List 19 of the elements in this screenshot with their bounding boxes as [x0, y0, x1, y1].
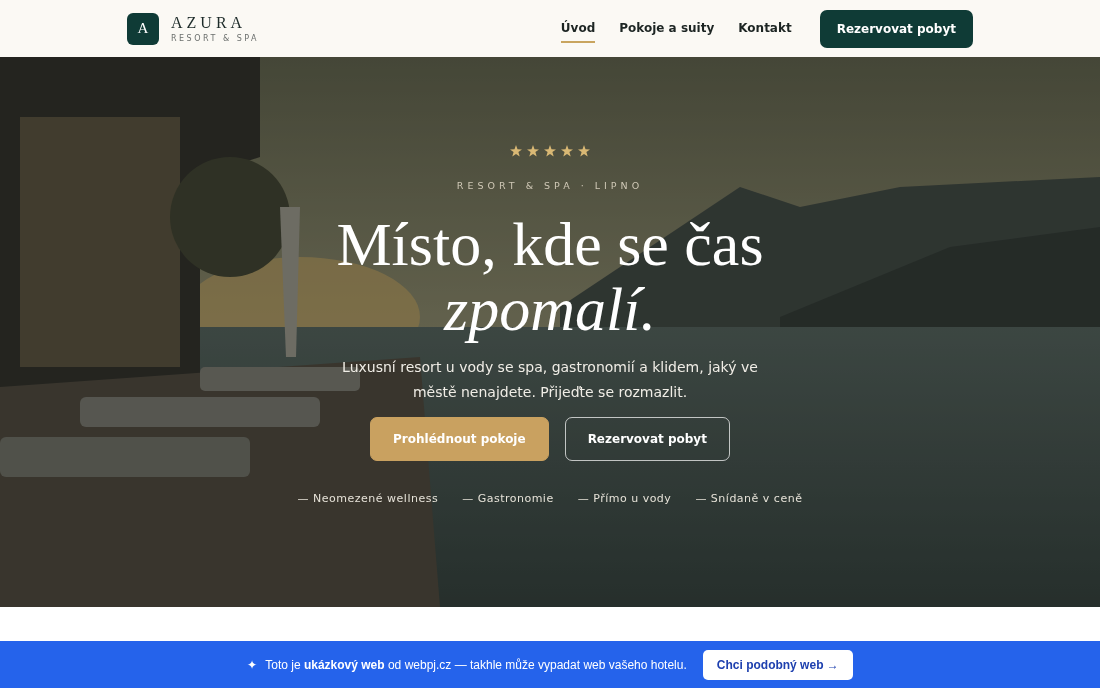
nav-link[interactable]: Pokoje a suity: [619, 14, 715, 43]
brand-name: AZURA: [171, 14, 248, 31]
brand-tagline: RESORT & SPA: [171, 34, 260, 43]
logo-mark[interactable]: A: [127, 12, 159, 45]
feature-text: — Přímo u vody: [577, 491, 672, 508]
nav-link[interactable]: Úvod: [560, 14, 596, 43]
hero-heading-italic: zpomalí.: [444, 275, 656, 344]
cta-button[interactable]: Chci podobný web →: [702, 649, 853, 680]
banner-text: Toto je ukázkový web od webpj.cz — takhle může vypadat web vašeho hotelu.: [265, 656, 687, 674]
hero-eyebrow: RESORT & SPA · LIPNO: [456, 179, 644, 193]
nav-link[interactable]: Kontakt: [738, 14, 792, 43]
feature-text: — Neomezené wellness: [297, 491, 439, 508]
sparkle-icon: ✦: [247, 655, 258, 674]
reserve-button[interactable]: Rezervovat pobyt: [564, 417, 730, 462]
hero-lead: Luxusní resort u vody se spa, gastronomií a klidem, jaký ve městě nenajdete. Přijeďte se rozmazlit.: [341, 358, 759, 403]
feature-text: — Snídaně v ceně: [695, 491, 803, 508]
reserve-button[interactable]: Rezervovat pobyt: [819, 9, 973, 48]
hero-heading: Místo, kde se čas: [336, 213, 764, 276]
feature-text: — Gastronomie: [462, 491, 554, 508]
